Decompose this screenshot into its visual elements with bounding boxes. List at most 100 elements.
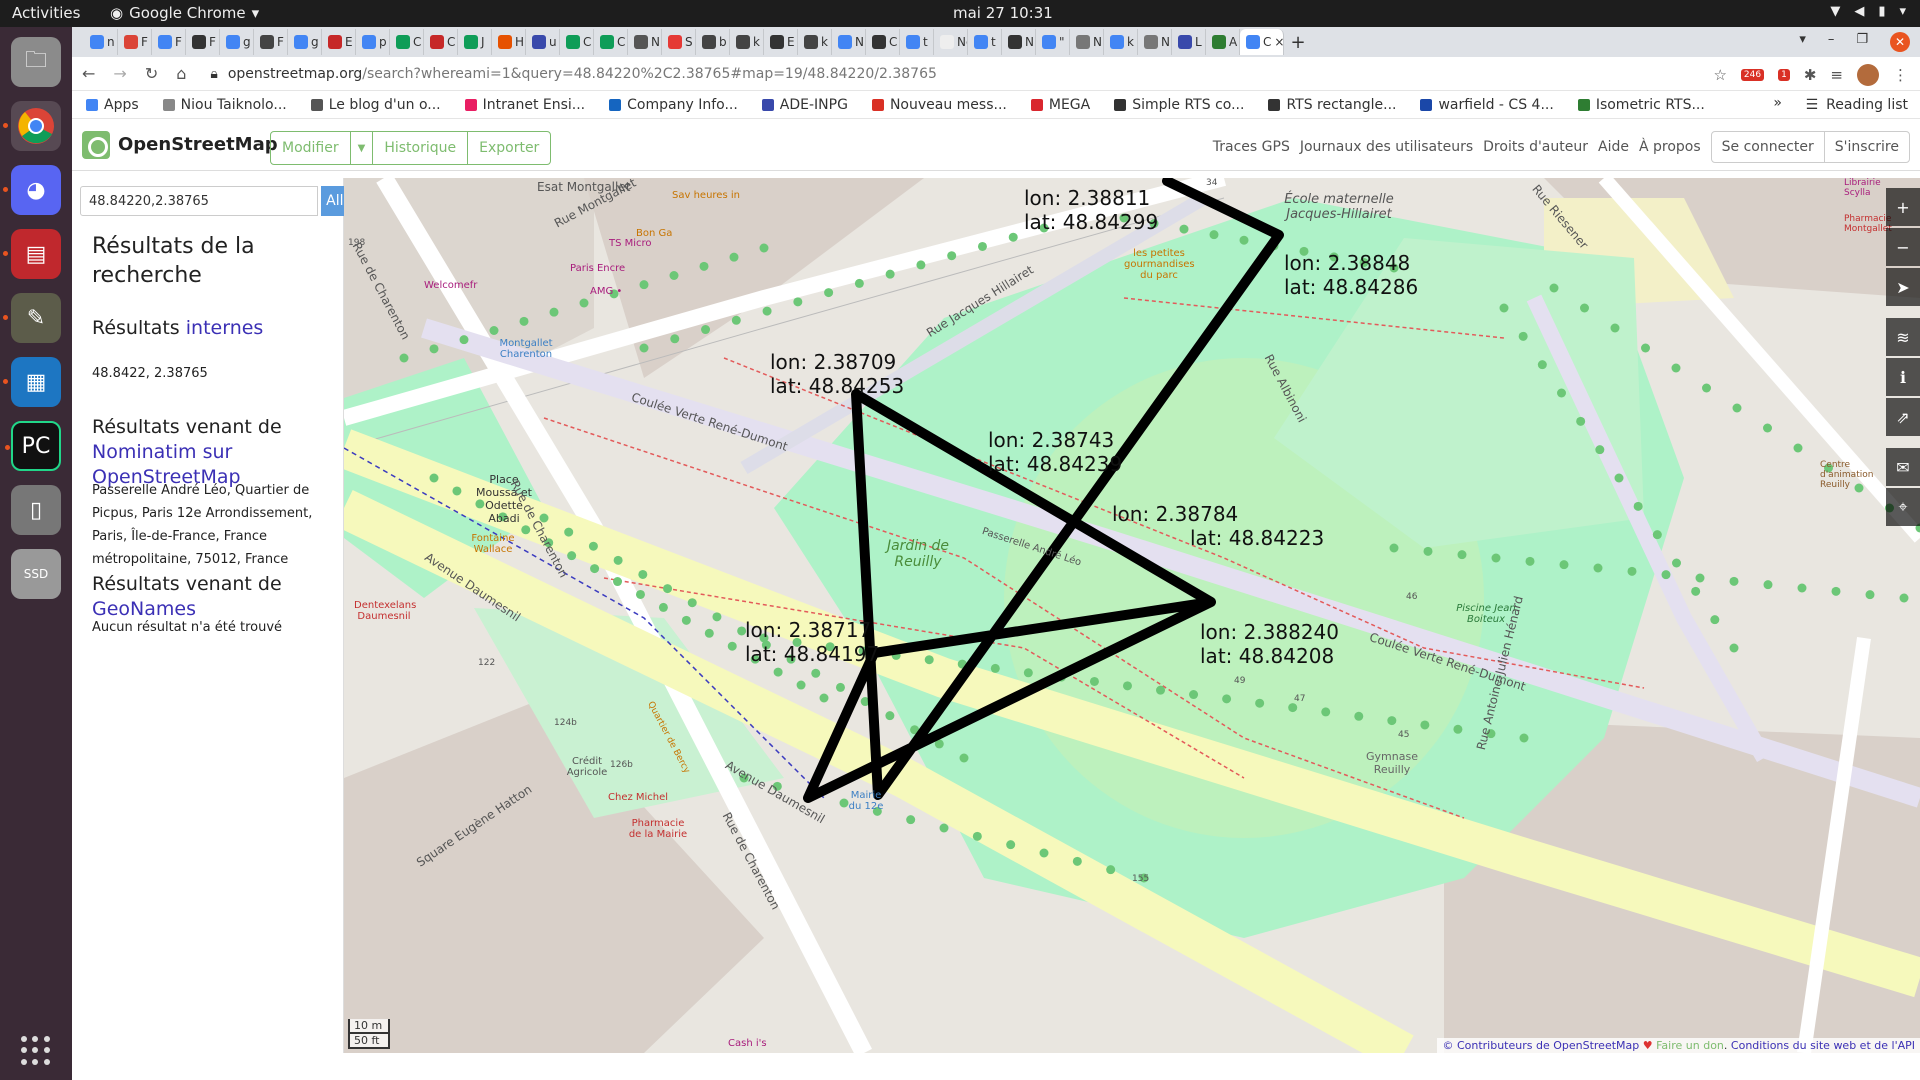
browser-tab[interactable]: F — [118, 29, 152, 55]
browser-tab[interactable]: p — [356, 29, 390, 55]
browser-tab[interactable]: L — [1172, 29, 1206, 55]
browser-tab[interactable]: k — [730, 29, 764, 55]
minimize-icon[interactable]: – — [1828, 32, 1835, 52]
writer-icon[interactable]: ▦ — [3, 357, 61, 407]
poi-gymnase[interactable]: Gymnase Reuilly — [1362, 750, 1422, 776]
poi-welcome[interactable]: Welcomefr — [424, 280, 477, 291]
browser-tab[interactable]: F — [186, 29, 220, 55]
menu-kebab-icon[interactable]: ⋮ — [1893, 66, 1908, 84]
media-control-icon[interactable]: ≡ — [1830, 66, 1843, 84]
query-features-icon[interactable]: ⌖ — [1886, 488, 1920, 526]
poi-amg[interactable]: AMG • — [590, 286, 622, 297]
info-icon[interactable]: ℹ — [1886, 358, 1920, 396]
layers-icon[interactable]: ≋ — [1886, 318, 1920, 356]
close-tab-icon[interactable]: × — [1274, 35, 1283, 49]
profile-avatar[interactable] — [1857, 64, 1879, 86]
internal-result-item[interactable]: 48.8422, 2.38765 — [92, 362, 208, 385]
browser-tab[interactable]: J — [458, 29, 492, 55]
nominatim-result-item[interactable]: Passerelle André Léo, Quartier de Picpus… — [92, 479, 350, 571]
extension-badge-shield[interactable]: 1 — [1778, 69, 1790, 81]
browser-tab[interactable]: C — [866, 29, 900, 55]
browser-tab[interactable]: b — [696, 29, 730, 55]
browser-tab[interactable]: N — [832, 29, 866, 55]
close-window-icon[interactable]: ✕ — [1890, 32, 1910, 52]
browser-tab[interactable]: E — [322, 29, 356, 55]
extensions-puzzle-icon[interactable]: ✱ — [1804, 66, 1817, 84]
bookmarks-more[interactable]: » — [1773, 95, 1782, 111]
show-apps-icon[interactable] — [21, 1036, 51, 1066]
reading-list-button[interactable]: ☰ Reading list — [1806, 97, 1908, 113]
bookmark-item[interactable]: ADE-INPG — [761, 97, 848, 113]
browser-tab[interactable]: t — [900, 29, 934, 55]
note-icon[interactable]: ✉ — [1886, 448, 1920, 486]
bookmark-item[interactable]: MEGA — [1030, 97, 1090, 113]
poi-parisencre[interactable]: Paris Encre — [570, 263, 625, 274]
nav-copyright[interactable]: Droits d'auteur — [1483, 139, 1588, 155]
bookmark-item[interactable]: warfield - CS 4... — [1420, 97, 1554, 113]
poi-ecole[interactable]: École maternelle Jacques-Hillairet — [1284, 192, 1394, 222]
device-icon[interactable]: ▯ — [11, 485, 61, 535]
zoom-in-icon[interactable]: + — [1886, 188, 1920, 226]
browser-tab[interactable]: g — [220, 29, 254, 55]
browser-tab[interactable]: N — [1138, 29, 1172, 55]
bookmark-item[interactable]: RTS rectangle... — [1268, 97, 1396, 113]
bookmark-item[interactable]: Nouveau mess... — [871, 97, 1007, 113]
share-icon[interactable]: ⇗ — [1886, 398, 1920, 436]
terminal-icon[interactable]: ▤ — [3, 229, 61, 279]
browser-tab[interactable]: C — [424, 29, 458, 55]
signup-button[interactable]: S'inscrire — [1825, 132, 1909, 162]
poi-fontaine[interactable]: Fontaine Wallace — [468, 533, 518, 555]
poi-chez-michel[interactable]: Chez Michel — [608, 792, 668, 803]
bookmark-item[interactable]: Le blog d'un o... — [310, 97, 441, 113]
new-tab-button[interactable]: + — [1284, 32, 1312, 53]
poi-petites[interactable]: les petites gourmandises du parc — [1124, 248, 1195, 281]
files-icon[interactable]: 🗀 — [11, 37, 61, 87]
bookmark-item[interactable]: Simple RTS co... — [1114, 97, 1244, 113]
browser-tab[interactable]: F — [254, 29, 288, 55]
bookmark-item[interactable]: Company Info... — [609, 97, 738, 113]
locate-icon[interactable]: ➤ — [1886, 268, 1920, 306]
back-icon[interactable]: ← — [82, 64, 95, 83]
activities-button[interactable]: Activities — [12, 4, 80, 22]
reload-icon[interactable]: ↻ — [145, 64, 158, 83]
poi-credit[interactable]: Crédit Agricole — [562, 756, 612, 778]
browser-tab[interactable]: N — [1002, 29, 1036, 55]
poi-mairie[interactable]: Mairie du 12e — [846, 790, 886, 812]
osm-logo[interactable]: OpenStreetMap — [82, 130, 278, 159]
address-bar[interactable]: 🔒︎ openstreetmap.org/search?whereami=1&q… — [210, 66, 937, 82]
browser-tab[interactable]: n — [84, 29, 118, 55]
bookmark-item[interactable]: Apps — [86, 97, 139, 113]
attribution-donate-link[interactable]: Faire un don — [1656, 1039, 1724, 1052]
nav-user-diaries[interactable]: Journaux des utilisateurs — [1300, 139, 1473, 155]
tab-search-icon[interactable]: ▾ — [1799, 32, 1806, 52]
search-input[interactable]: 48.84220,2.38765 — [80, 186, 318, 216]
browser-tab[interactable]: t — [968, 29, 1002, 55]
browser-tab[interactable]: C — [560, 29, 594, 55]
map-canvas[interactable] — [344, 178, 1920, 1053]
export-button[interactable]: Exporter — [468, 132, 550, 164]
browser-tab[interactable]: S — [662, 29, 696, 55]
app-menu[interactable]: ◉ Google Chrome ▾ — [110, 4, 259, 22]
maximize-icon[interactable]: ❐ — [1856, 32, 1868, 52]
bookmark-item[interactable]: Isometric RTS... — [1577, 97, 1705, 113]
browser-tab[interactable]: New — [934, 29, 968, 55]
browser-tab[interactable]: F — [152, 29, 186, 55]
browser-tab[interactable]: k — [1104, 29, 1138, 55]
park-jardin[interactable]: Jardin de Reuilly — [878, 538, 958, 570]
attribution-contributors-link[interactable]: © Contributeurs de OpenStreetMap — [1442, 1039, 1639, 1052]
zoom-out-icon[interactable]: − — [1886, 228, 1920, 266]
browser-tab[interactable]: A — [1206, 29, 1240, 55]
browser-tab[interactable]: C — [390, 29, 424, 55]
poi-tsmicro[interactable]: TS Micro — [609, 238, 652, 249]
edit-button[interactable]: Modifier — [271, 132, 351, 164]
browser-tab[interactable]: N — [1070, 29, 1104, 55]
browser-tab[interactable]: H — [492, 29, 526, 55]
discord-icon[interactable]: ◕ — [3, 165, 61, 215]
poi-centre[interactable]: Centre d'animation Reuilly — [1820, 460, 1873, 490]
nav-help[interactable]: Aide — [1598, 139, 1629, 155]
poi-sav[interactable]: Sav heures in — [672, 190, 740, 201]
poi-librairie[interactable]: Librairie Scylla — [1844, 178, 1884, 198]
internal-results-link[interactable]: internes — [186, 317, 264, 339]
gimp-icon[interactable]: ✎ — [3, 293, 61, 343]
browser-tab[interactable]: C × — [1240, 29, 1284, 55]
